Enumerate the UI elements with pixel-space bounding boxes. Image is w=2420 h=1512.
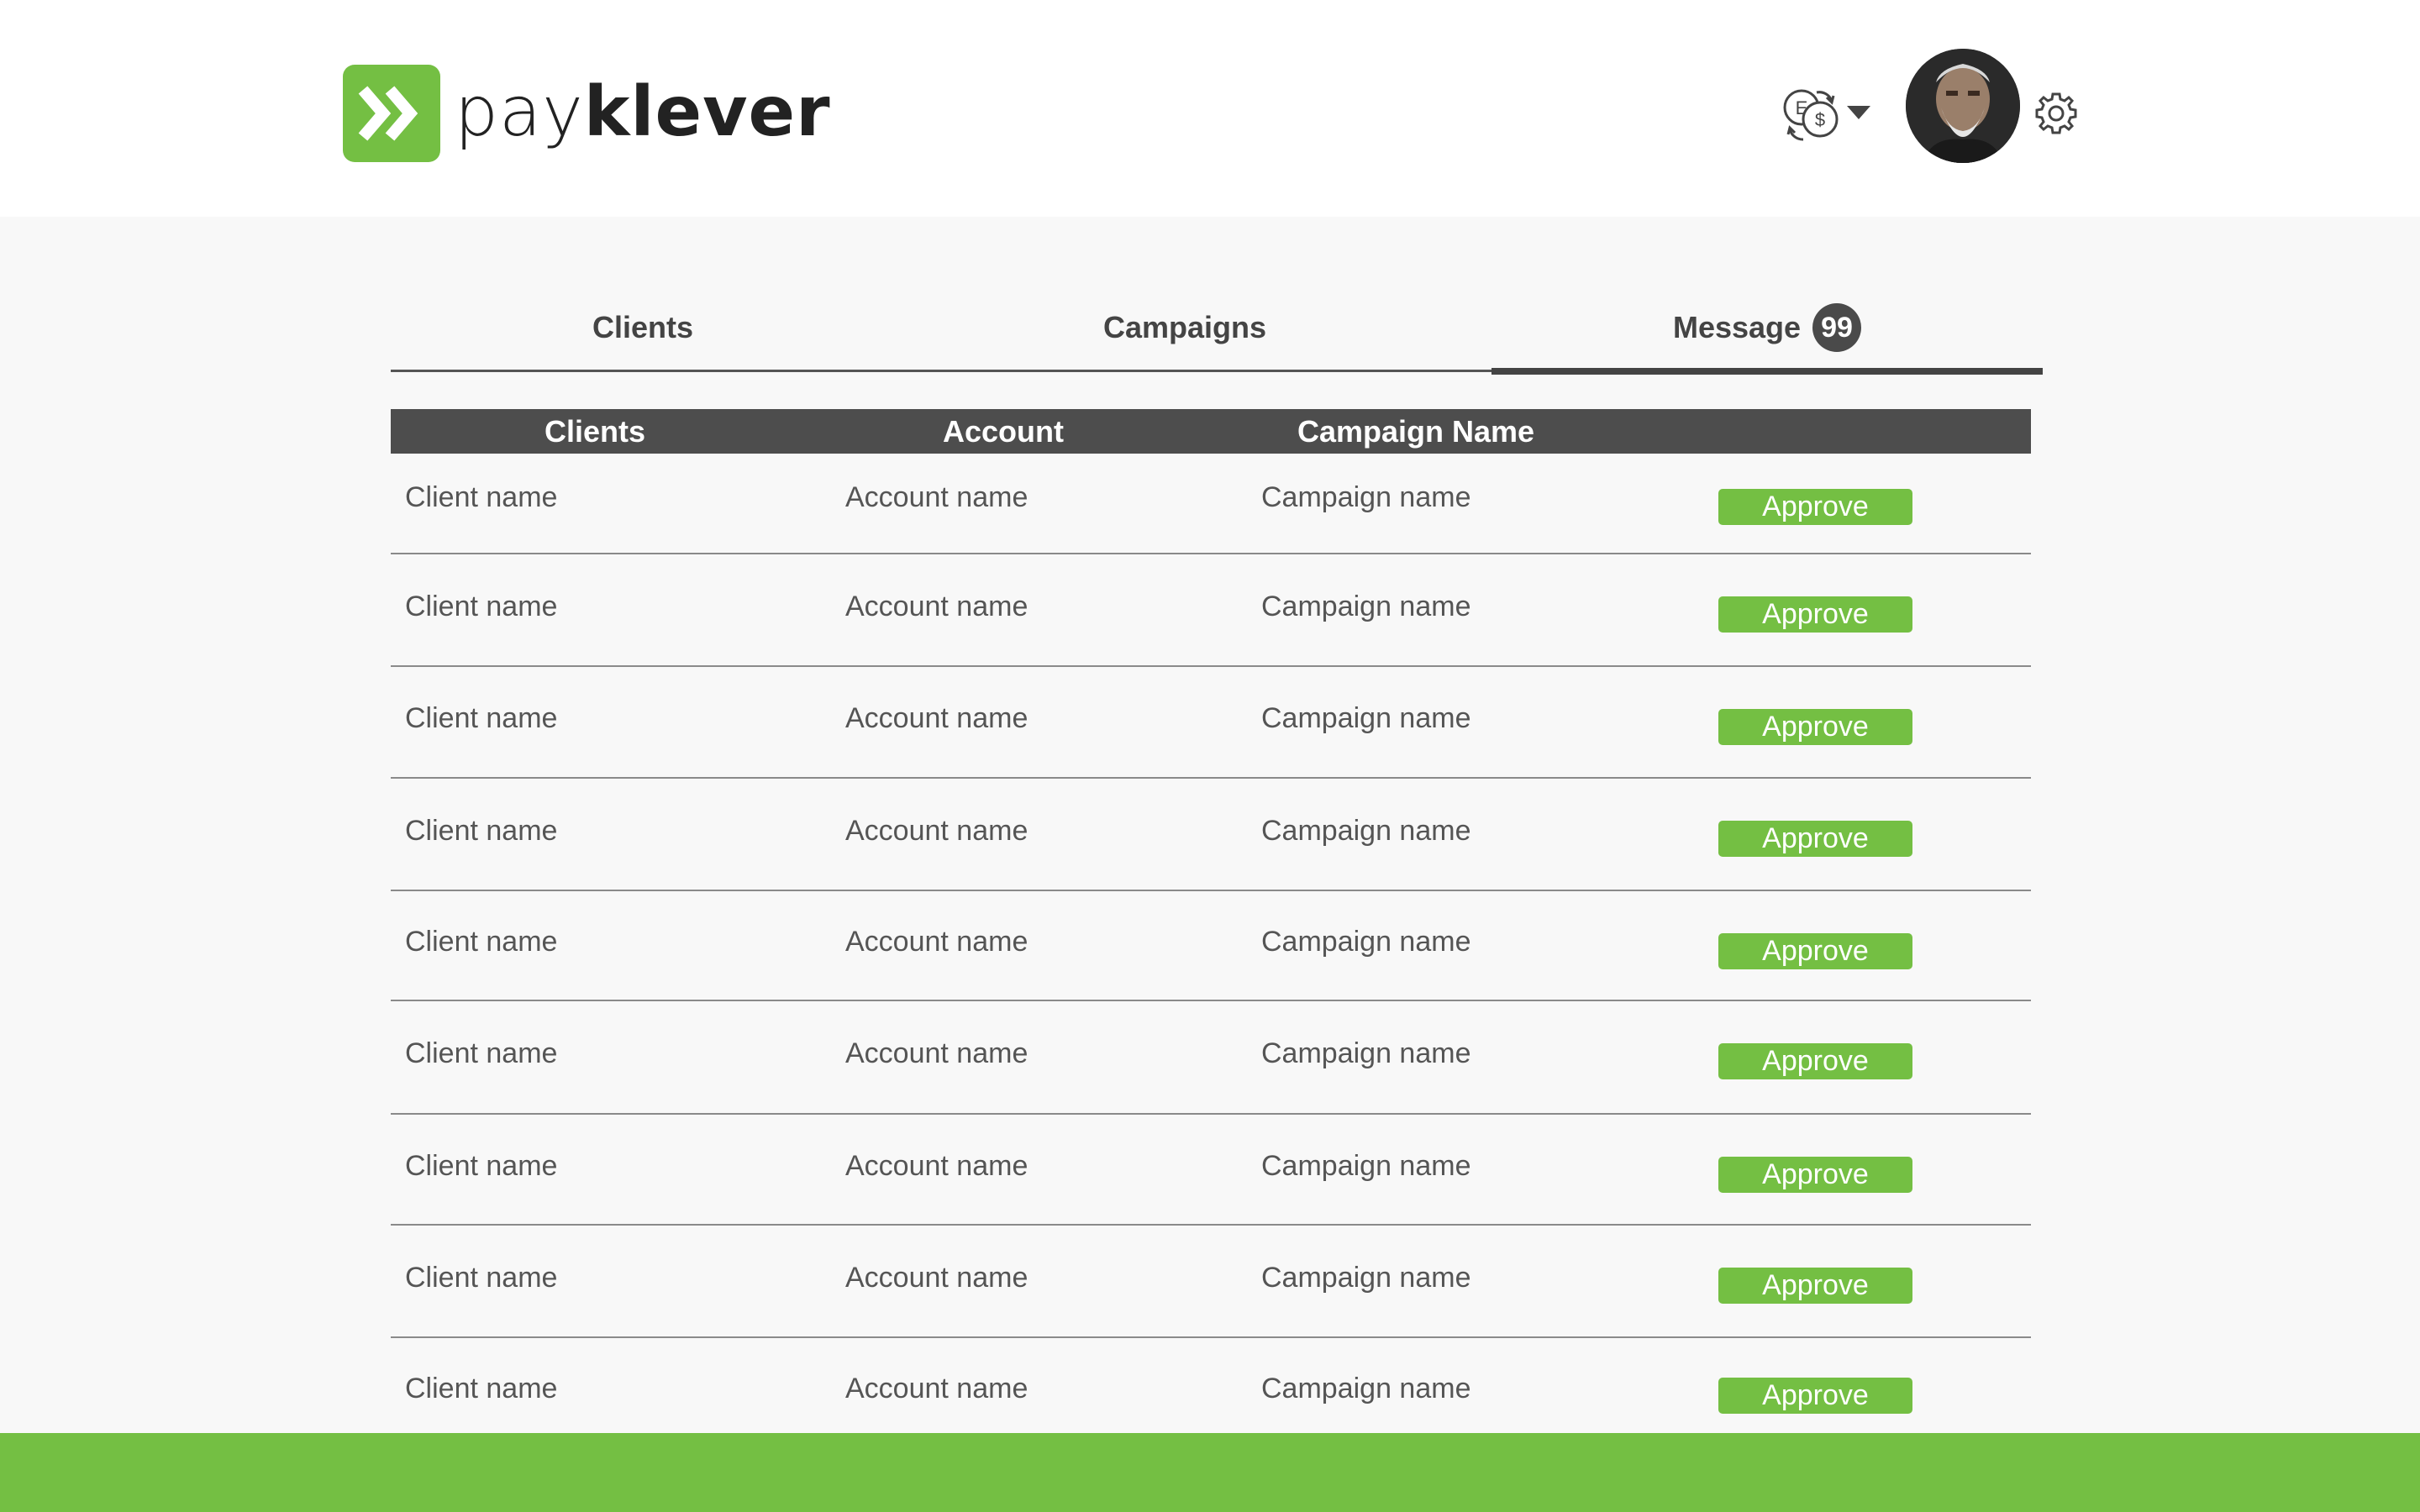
account-name-cell: Account name: [845, 926, 1028, 958]
tab-message-label: Message: [1672, 310, 1802, 344]
gear-icon[interactable]: [2033, 91, 2079, 136]
account-name-cell: Account name: [845, 1262, 1028, 1294]
column-header-campaign-name: Campaign Name: [1297, 414, 1535, 449]
campaign-name-cell: Campaign name: [1261, 1150, 1471, 1182]
campaign-name-cell: Campaign name: [1261, 1373, 1471, 1404]
client-name-cell: Client name: [405, 702, 558, 734]
footer-bar: [0, 1433, 2420, 1512]
table-row: Client name Account name Campaign name Appr…: [391, 891, 2031, 1001]
approve-button[interactable]: Approve: [1718, 1157, 1912, 1193]
top-header: payklever E $: [0, 0, 2420, 217]
column-header-clients: Clients: [544, 414, 646, 449]
approve-button[interactable]: Approve: [1718, 821, 1912, 857]
tab-campaigns-label: Campaigns: [1102, 310, 1267, 344]
approve-button[interactable]: Approve: [1718, 1268, 1912, 1304]
campaign-name-cell: Campaign name: [1261, 702, 1471, 734]
currency-exchange-icon: E $: [1783, 89, 1839, 141]
client-name-cell: Client name: [405, 591, 558, 622]
campaign-name-cell: Campaign name: [1261, 926, 1471, 958]
svg-text:$: $: [1815, 109, 1825, 130]
brand-logo-text[interactable]: payklever: [455, 72, 831, 153]
approve-button[interactable]: Approve: [1718, 489, 1912, 525]
campaign-name-cell: Campaign name: [1261, 481, 1471, 513]
message-count-badge: 99: [1812, 303, 1862, 352]
table-row: Client name Account name Campaign name Appr…: [391, 779, 2031, 891]
approve-button[interactable]: Approve: [1718, 933, 1912, 969]
account-name-cell: Account name: [845, 591, 1028, 622]
account-name-cell: Account name: [845, 702, 1028, 734]
approve-button[interactable]: Approve: [1718, 596, 1912, 633]
brand-name-light: pay: [455, 72, 584, 152]
table-row: Client name Account name Campaign name Appr…: [391, 554, 2031, 667]
approve-button[interactable]: Approve: [1718, 1378, 1912, 1414]
campaign-name-cell: Campaign name: [1261, 591, 1471, 622]
table-row: Client name Account name Campaign name Appr…: [391, 1226, 2031, 1338]
client-name-cell: Client name: [405, 926, 558, 958]
currency-switcher[interactable]: E $: [1778, 81, 1872, 148]
active-tab-indicator: [1491, 368, 2043, 375]
table-row: Client name Account name Campaign name Appr…: [391, 1338, 2031, 1445]
table-body: Client name Account name Campaign name Appr…: [391, 454, 2031, 1445]
campaign-name-cell: Campaign name: [1261, 815, 1471, 847]
client-name-cell: Client name: [405, 1373, 558, 1404]
client-name-cell: Client name: [405, 1037, 558, 1069]
campaign-name-cell: Campaign name: [1261, 1037, 1471, 1069]
approve-button[interactable]: Approve: [1718, 1043, 1912, 1079]
table-row: Client name Account name Campaign name Appr…: [391, 454, 2031, 554]
table-row: Client name Account name Campaign name Appr…: [391, 1001, 2031, 1115]
client-name-cell: Client name: [405, 815, 558, 847]
user-avatar[interactable]: [1906, 49, 2020, 163]
account-name-cell: Account name: [845, 815, 1028, 847]
account-name-cell: Account name: [845, 481, 1028, 513]
account-name-cell: Account name: [845, 1150, 1028, 1182]
tab-clients[interactable]: Clients: [391, 286, 895, 370]
account-name-cell: Account name: [845, 1373, 1028, 1404]
tab-message[interactable]: Message 99: [1491, 286, 2043, 375]
account-name-cell: Account name: [845, 1037, 1028, 1069]
campaign-name-cell: Campaign name: [1261, 1262, 1471, 1294]
client-name-cell: Client name: [405, 481, 558, 513]
column-header-account: Account: [943, 414, 1064, 449]
double-chevron-right-icon[interactable]: [343, 65, 440, 162]
client-name-cell: Client name: [405, 1150, 558, 1182]
tab-clients-label: Clients: [592, 310, 694, 344]
approve-button[interactable]: Approve: [1718, 709, 1912, 745]
table-row: Client name Account name Campaign name Appr…: [391, 667, 2031, 779]
table-header: Clients Account Campaign Name: [391, 409, 2031, 454]
tab-campaigns[interactable]: Campaigns: [920, 286, 1449, 370]
client-name-cell: Client name: [405, 1262, 558, 1294]
brand-name-bold: klever: [583, 72, 831, 152]
tab-bar: Clients Campaigns Message 99: [391, 286, 2043, 375]
caret-down-icon: [1847, 106, 1870, 119]
table-row: Client name Account name Campaign name Appr…: [391, 1115, 2031, 1226]
